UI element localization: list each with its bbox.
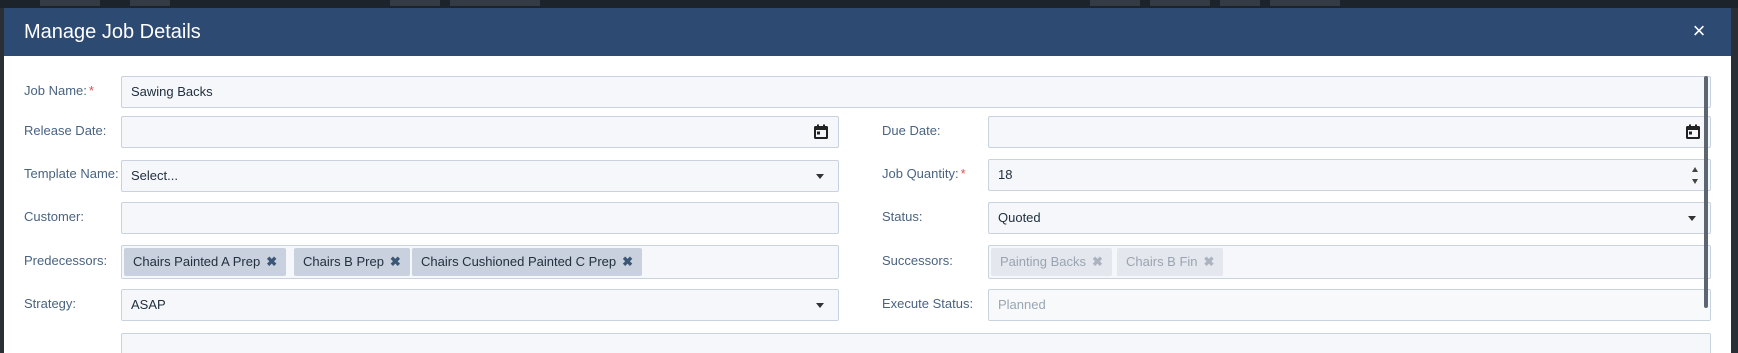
successor-tag-label: Chairs B Fin [1126,254,1198,269]
chevron-down-icon [816,174,824,179]
due-date-input[interactable] [988,116,1711,148]
execute-status-value: Planned [998,297,1046,312]
release-date-input[interactable] [121,116,839,148]
successor-tag: Chairs B Fin ✖ [1117,248,1224,276]
template-name-label: Template Name: [24,166,119,181]
decrement-arrow-icon[interactable] [1692,179,1698,184]
remove-tag-icon[interactable]: ✖ [622,254,633,269]
predecessor-tag: Chairs Painted A Prep ✖ [124,248,287,276]
dialog-header: Manage Job Details × [4,8,1731,56]
increment-arrow-icon[interactable] [1692,167,1698,172]
close-button[interactable]: × [1687,19,1711,43]
strategy-value: ASAP [131,297,166,312]
vertical-scrollbar[interactable] [1704,76,1708,308]
calendar-icon[interactable] [813,124,829,140]
job-quantity-value: 18 [998,167,1013,182]
predecessors-multiselect[interactable]: Chairs Painted A Prep ✖ Chairs B Prep ✖ Ch… [121,245,839,279]
background-app-strip [0,0,1738,8]
required-marker: * [960,166,966,181]
status-select[interactable]: Quoted [988,202,1711,234]
due-date-label: Due Date: [882,123,941,138]
remove-tag-icon: ✖ [1092,254,1103,269]
required-marker: * [88,83,94,98]
successor-tag: Painting Backs ✖ [991,248,1112,276]
strategy-select[interactable]: ASAP [121,289,839,321]
predecessor-tag: Chairs B Prep ✖ [294,248,410,276]
successor-tag-label: Painting Backs [1000,254,1086,269]
calendar-icon[interactable] [1685,124,1701,140]
execute-status-label: Execute Status: [882,296,974,311]
remove-tag-icon: ✖ [1203,254,1215,269]
successors-multiselect: Painting Backs ✖ Chairs B Fin ✖ [988,245,1711,279]
predecessor-tag-label: Chairs Cushioned Painted C Prep [421,254,617,269]
manage-job-dialog: Manage Job Details × Job Name: * Sawing B… [4,8,1731,353]
status-label: Status: [882,209,923,224]
job-quantity-label: Job Quantity: * [882,166,966,182]
dialog-body: Job Name: * Sawing Backs Release Date: Du… [4,56,1731,353]
chevron-down-icon [1688,216,1696,221]
customer-input[interactable] [121,202,839,234]
successors-label: Successors: [882,253,953,268]
release-date-label: Release Date: [24,123,107,138]
strategy-label: Strategy: [24,296,77,311]
next-row-input[interactable] [121,333,1711,353]
status-value: Quoted [998,210,1041,225]
customer-label: Customer: [24,209,84,224]
job-name-label-text: Job Name: [24,83,87,98]
job-name-value: Sawing Backs [131,84,213,99]
job-quantity-label-text: Job Quantity: [882,166,959,181]
chevron-down-icon [816,303,824,308]
dialog-title: Manage Job Details [24,21,201,43]
execute-status-field: Planned [988,289,1711,321]
job-name-input[interactable]: Sawing Backs [121,76,1711,108]
predecessor-tag-label: Chairs Painted A Prep [133,254,261,269]
template-name-select[interactable]: Select... [121,160,839,192]
predecessor-tag-label: Chairs B Prep [303,254,384,269]
job-name-label: Job Name: * [24,83,94,99]
predecessor-tag: Chairs Cushioned Painted C Prep ✖ [412,248,643,276]
job-quantity-stepper[interactable]: 18 [988,159,1711,191]
remove-tag-icon[interactable]: ✖ [266,254,277,269]
template-name-value: Select... [131,168,178,183]
predecessors-label: Predecessors: [24,253,108,268]
remove-tag-icon[interactable]: ✖ [390,254,401,269]
